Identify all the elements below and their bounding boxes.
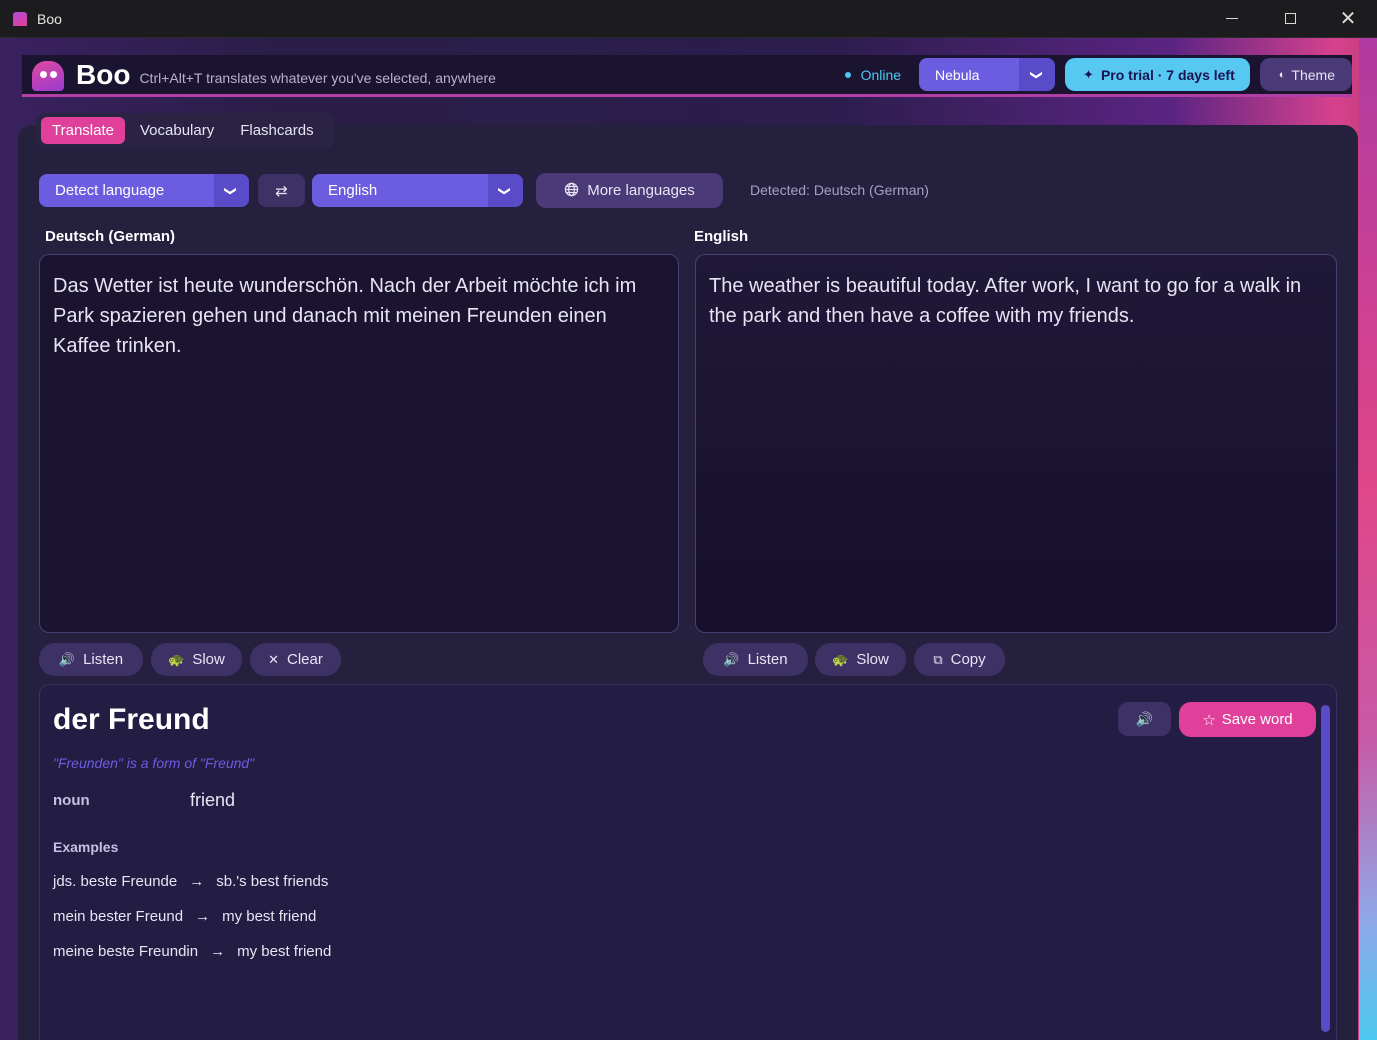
tab-vocabulary[interactable]: Vocabulary — [129, 117, 225, 144]
turtle-icon: 🐢 — [832, 651, 849, 667]
copy-button[interactable]: ⧉ Copy — [914, 643, 1005, 676]
swap-icon: ⇄ — [275, 182, 288, 200]
header-actions: Online Nebula ❯ ✦ Pro trial · 7 days lef… — [844, 58, 1352, 91]
speaker-icon: 🔊 — [1135, 710, 1154, 727]
detected-language: Detected: Deutsch (German) — [750, 182, 929, 198]
minimize-icon — [1226, 18, 1238, 19]
example-translation: my best friend — [237, 943, 332, 960]
target-listen-button[interactable]: 🔊 Listen — [703, 643, 808, 676]
example-row: jds. beste Freunde → sb.'s best friends — [53, 873, 328, 890]
source-slow-label: Slow — [192, 651, 225, 668]
copy-label: Copy — [950, 651, 986, 668]
theme-select-value: Nebula — [935, 66, 980, 83]
target-listen-label: Listen — [747, 651, 788, 668]
target-language-select[interactable]: English ❯ — [312, 174, 523, 207]
background-edge-glow — [1359, 38, 1377, 1040]
dictionary-card: der Freund "Freunden" is a form of "Freu… — [39, 684, 1337, 1040]
source-textarea[interactable]: Das Wetter ist heute wunderschön. Nach d… — [39, 254, 679, 633]
pronounce-word-button[interactable]: 🔊 — [1118, 702, 1171, 736]
chevron-down-icon: ❯ — [1019, 58, 1056, 91]
theme-button-label: Theme — [1291, 66, 1335, 83]
theme-select[interactable]: Nebula ❯ — [919, 58, 1056, 91]
chevron-glyph: ❯ — [1030, 69, 1045, 80]
more-languages-label: More languages — [587, 182, 695, 199]
globe-icon — [564, 182, 579, 200]
logo-body — [32, 60, 64, 91]
clear-button[interactable]: ✕ Clear — [250, 643, 341, 676]
tab-bar: Translate Vocabulary Flashcards — [36, 113, 334, 148]
chevron-glyph: ❯ — [498, 185, 513, 196]
source-listen-button[interactable]: 🔊 Listen — [39, 643, 143, 676]
examples-heading: Examples — [53, 839, 119, 855]
app-icon — [13, 11, 27, 26]
theme-toggle-button[interactable]: ◐ Theme — [1259, 58, 1352, 91]
word-form-note: "Freunden" is a form of "Freund" — [53, 755, 255, 771]
source-listen-label: Listen — [83, 651, 124, 668]
logo-eye — [50, 70, 57, 78]
arrow-right-icon: → — [195, 908, 211, 925]
target-slow-button[interactable]: 🐢 Slow — [815, 643, 906, 676]
contrast-icon: ◐ — [1278, 68, 1286, 81]
maximize-icon — [1284, 13, 1296, 24]
close-icon: ✕ — [268, 651, 280, 667]
chevron-down-icon: ❯ — [488, 174, 523, 207]
example-row: mein bester Freund → my best friend — [53, 908, 316, 925]
tab-translate[interactable]: Translate — [41, 117, 125, 144]
arrow-right-icon: → — [210, 943, 226, 960]
status-dot-icon — [844, 71, 851, 78]
chevron-glyph: ❯ — [224, 185, 239, 196]
pro-trial-button[interactable]: ✦ Pro trial · 7 days left — [1065, 58, 1250, 91]
example-row: meine beste Freundin → my best friend — [53, 943, 331, 960]
save-word-label: Save word — [1221, 711, 1293, 728]
connection-status: Online — [844, 66, 902, 83]
target-slow-label: Slow — [856, 651, 889, 668]
close-button[interactable]: ✕ — [1319, 0, 1377, 38]
save-word-button[interactable]: ☆ Save word — [1179, 702, 1316, 737]
dictionary-scrollbar[interactable] — [1321, 705, 1330, 1032]
window-titlebar: Boo ✕ — [0, 0, 1377, 38]
example-source: jds. beste Freunde — [53, 873, 178, 890]
example-source: mein bester Freund — [53, 908, 184, 925]
translation-output: The weather is beautiful today. After wo… — [695, 254, 1337, 633]
turtle-icon: 🐢 — [168, 651, 185, 667]
speaker-icon: 🔊 — [58, 651, 76, 667]
target-pane-label: English — [694, 228, 749, 245]
pro-trial-label: Pro trial · 7 days left — [1100, 66, 1235, 83]
tab-flashcards[interactable]: Flashcards — [229, 117, 324, 144]
star-icon: ☆ — [1202, 711, 1216, 729]
dictionary-headword: der Freund — [53, 703, 210, 736]
app-header: Boo Ctrl+Alt+T translates whatever you'v… — [22, 55, 1352, 97]
shortcut-tagline: Ctrl+Alt+T translates whatever you've se… — [139, 69, 496, 86]
status-label: Online — [860, 66, 902, 83]
source-language-value: Detect language — [55, 182, 165, 199]
more-languages-button[interactable]: More languages — [536, 173, 723, 208]
chevron-down-icon: ❯ — [214, 174, 249, 207]
clear-label: Clear — [287, 651, 323, 668]
brand-name: Boo — [76, 58, 131, 90]
ghost-logo-icon — [30, 57, 66, 93]
example-translation: sb.'s best friends — [216, 873, 329, 890]
word-gloss: friend — [190, 790, 236, 810]
logo-eye — [40, 70, 47, 78]
example-source: meine beste Freundin — [53, 943, 199, 960]
source-slow-button[interactable]: 🐢 Slow — [151, 643, 242, 676]
swap-languages-button[interactable]: ⇄ — [258, 174, 305, 207]
speaker-icon: 🔊 — [723, 651, 740, 667]
maximize-button[interactable] — [1261, 0, 1319, 38]
window-controls: ✕ — [1203, 0, 1377, 38]
example-translation: my best friend — [222, 908, 317, 925]
source-language-select[interactable]: Detect language ❯ — [39, 174, 249, 207]
window-title: Boo — [37, 10, 62, 27]
sparkle-icon: ✦ — [1083, 66, 1094, 82]
arrow-right-icon: → — [189, 873, 205, 890]
copy-icon: ⧉ — [933, 651, 943, 667]
source-pane-label: Deutsch (German) — [45, 228, 176, 245]
minimize-button[interactable] — [1203, 0, 1261, 38]
part-of-speech: noun — [53, 792, 90, 809]
target-language-value: English — [328, 182, 378, 199]
close-icon: ✕ — [1339, 7, 1357, 30]
